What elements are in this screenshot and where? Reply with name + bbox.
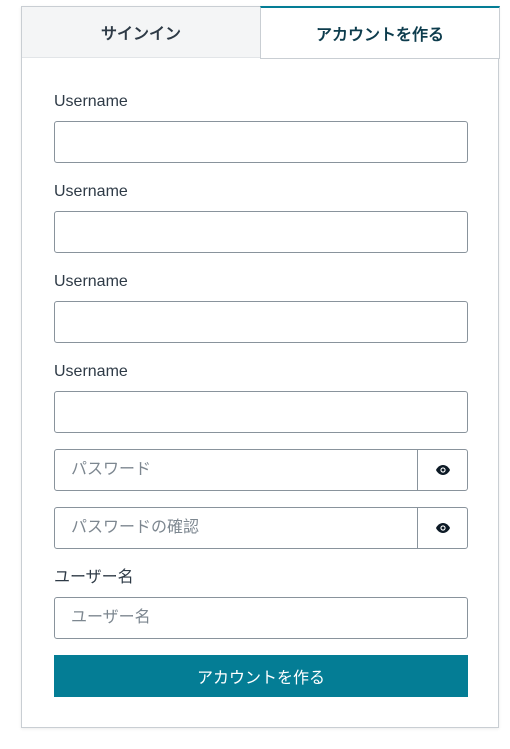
- display-name-input[interactable]: [54, 597, 468, 639]
- show-password-button[interactable]: [417, 449, 468, 491]
- tab-signin[interactable]: サインイン: [22, 7, 260, 58]
- tab-create-account[interactable]: アカウントを作る: [260, 6, 500, 59]
- username-input-1[interactable]: [54, 121, 468, 163]
- username-input-2[interactable]: [54, 211, 468, 253]
- username-input-3[interactable]: [54, 301, 468, 343]
- username-label-3: Username: [54, 273, 128, 290]
- username-label-2: Username: [54, 183, 128, 200]
- eye-icon: [435, 465, 450, 475]
- display-name-label: ユーザー名: [54, 569, 134, 586]
- create-account-button[interactable]: アカウントを作る: [54, 655, 468, 697]
- confirm-password-input[interactable]: [54, 507, 418, 549]
- auth-card: サインイン アカウントを作る Username Username Usernam…: [21, 6, 500, 728]
- password-input[interactable]: [54, 449, 418, 491]
- auth-tabs: サインイン アカウントを作る: [22, 6, 500, 59]
- eye-icon: [435, 523, 450, 533]
- show-confirm-password-button[interactable]: [417, 507, 468, 549]
- username-input-4[interactable]: [54, 391, 468, 433]
- username-label-1: Username: [54, 93, 128, 110]
- username-label-4: Username: [54, 363, 128, 380]
